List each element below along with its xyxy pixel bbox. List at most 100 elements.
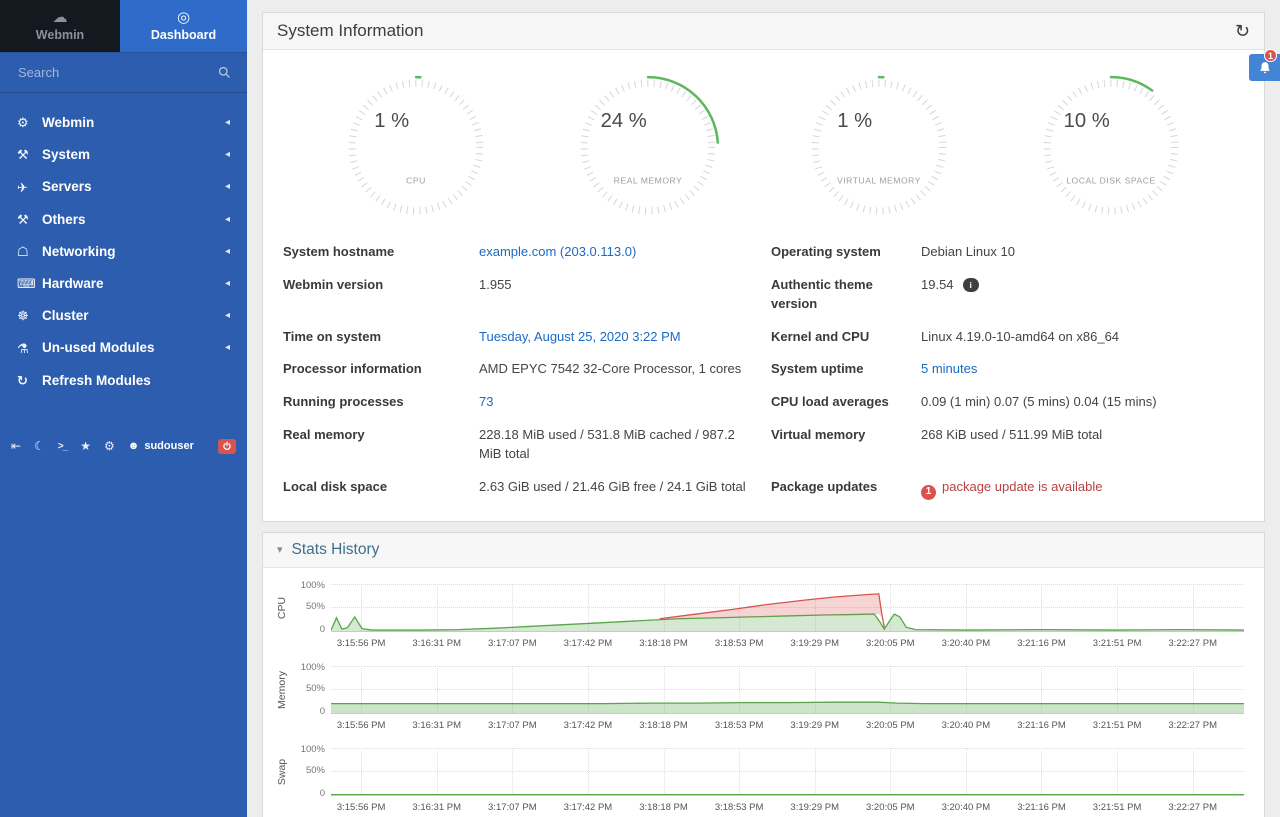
favorites-icon[interactable]: ★ [80,439,91,453]
sidebar-item-label: Webmin [42,115,94,131]
sidebar-item-networking[interactable]: ☖ Networking ◂ [0,236,247,268]
info-value: 5 minutes [921,353,1244,386]
y-tick-label: 50% [306,683,325,694]
modules-icon: ⚗ [17,341,42,357]
chevron-left-icon: ◂ [225,214,230,226]
svg-text:1 %: 1 % [838,110,873,132]
time-tick-label: 3:18:18 PM [639,802,688,813]
y-axis: 100% 50% 0 [293,584,331,654]
svg-text:1 %: 1 % [374,110,409,132]
x-axis: 3:15:56 PM3:16:31 PM3:17:07 PM3:17:42 PM… [331,714,1244,736]
time-tick-label: 3:21:16 PM [1017,802,1066,813]
sidebar-item-label: Refresh Modules [42,373,151,389]
info-label: System uptime [771,353,921,386]
logout-button[interactable] [218,439,236,454]
svg-text:VIRTUAL MEMORY: VIRTUAL MEMORY [837,175,921,185]
time-tick-label: 3:19:29 PM [790,638,839,649]
notifications-button[interactable]: 1 [1249,54,1280,81]
time-tick-label: 3:16:31 PM [412,802,461,813]
tab-dashboard[interactable]: ◎ Dashboard [120,0,247,52]
sidebar-item-label: Cluster [42,308,89,324]
search-input[interactable] [16,64,210,81]
stats-history-header[interactable]: ▾ Stats History [263,533,1264,568]
time-tick-label: 3:20:05 PM [866,720,915,731]
sidebar-item-others[interactable]: ⚒ Others ◂ [0,204,247,236]
night-mode-icon[interactable]: ☾ [34,439,45,453]
info-label: Time on system [283,321,479,354]
bell-icon [1258,61,1272,75]
time-tick-label: 3:18:53 PM [715,802,764,813]
sidebar-item-hardware[interactable]: ⌨ Hardware ◂ [0,268,247,300]
sidebar-item-system[interactable]: ⚒ System ◂ [0,139,247,171]
info-value: 1 package update is available [921,471,1244,507]
chevron-left-icon: ◂ [225,117,230,129]
sidebar-item-webmin[interactable]: ⚙ Webmin ◂ [0,107,247,139]
time-tick-label: 3:20:40 PM [942,802,991,813]
time-tick-label: 3:22:27 PM [1168,802,1217,813]
info-value: 0.09 (1 min) 0.07 (5 mins) 0.04 (15 mins… [921,386,1244,419]
time-tick-label: 3:18:18 PM [639,720,688,731]
sidebar-item-label: System [42,147,90,163]
refresh-page-icon[interactable]: ↻ [1235,22,1250,40]
memory-plot-area [331,666,1244,714]
running-processes-link[interactable]: 73 [479,394,493,409]
collapse-sidebar-icon[interactable]: ⇤ [11,439,21,453]
sidebar-item-cluster[interactable]: ☸ Cluster ◂ [0,300,247,332]
time-tick-label: 3:17:42 PM [564,802,613,813]
theme-info-badge[interactable]: i [963,278,979,292]
time-tick-label: 3:19:29 PM [790,802,839,813]
settings-icon[interactable]: ⚙ [104,439,115,453]
y-tick-label: 100% [301,662,325,673]
time-tick-label: 3:21:16 PM [1017,638,1066,649]
stats-history-title: Stats History [292,541,380,559]
y-tick-label: 0 [320,624,325,635]
package-update-link[interactable]: package update is available [942,479,1102,494]
time-tick-label: 3:20:05 PM [866,638,915,649]
cpu-usage-area [331,614,1244,631]
y-tick-label: 100% [301,580,325,591]
main-content: 1 System Information ↻ 1 % CPU 24 % [247,0,1280,817]
info-label: Webmin version [283,269,479,302]
chevron-left-icon: ◂ [225,246,230,258]
gauge-virtual-memory: 1 % VIRTUAL MEMORY [798,66,960,228]
search-icon[interactable] [218,66,231,79]
cluster-icon: ☸ [17,308,42,324]
time-tick-label: 3:22:27 PM [1168,638,1217,649]
x-axis: 3:15:56 PM3:16:31 PM3:17:07 PM3:17:42 PM… [331,796,1244,817]
info-value: AMD EPYC 7542 32-Core Processor, 1 cores [479,353,771,386]
hostname-link[interactable]: example.com (203.0.113.0) [479,244,636,259]
memory-chart: Memory 100% 50% 0 3:15:56 PM3:16:31 PM3:… [271,666,1244,736]
svg-text:REAL MEMORY: REAL MEMORY [613,175,682,185]
hardware-icon: ⌨ [17,276,42,292]
chevron-left-icon: ◂ [225,278,230,290]
chevron-left-icon: ◂ [225,342,230,354]
user-menu[interactable]: ☻ sudouser [128,440,194,452]
sidebar-item-servers[interactable]: ✈ Servers ◂ [0,171,247,203]
uptime-link[interactable]: 5 minutes [921,361,977,376]
info-label: Kernel and CPU [771,321,921,354]
time-tick-label: 3:18:18 PM [639,638,688,649]
gauge-local-disk-space: 10 % LOCAL DISK SPACE [1030,66,1192,228]
sidebar-item-refresh-modules[interactable]: ↻ Refresh Modules [0,365,247,397]
panel-header: System Information ↻ [263,13,1264,50]
time-tick-label: 3:21:51 PM [1093,720,1142,731]
info-label: Authentic theme version [771,269,921,321]
time-tick-label: 3:17:07 PM [488,802,537,813]
cpu-axis-label: CPU [276,596,288,618]
terminal-icon[interactable]: >_ [58,441,67,452]
tab-webmin[interactable]: ☁ Webmin [0,0,120,52]
sidebar-item-unused-modules[interactable]: ⚗ Un-used Modules ◂ [0,332,247,364]
info-value: 2.63 GiB used / 21.46 GiB free / 24.1 Gi… [479,471,771,504]
gear-icon: ⚙ [17,115,42,131]
package-count-badge: 1 [921,485,936,500]
time-tick-label: 3:18:53 PM [715,720,764,731]
time-tick-label: 3:20:40 PM [942,720,991,731]
tab-dashboard-label: Dashboard [151,28,216,42]
y-axis: 100% 50% 0 [293,748,331,817]
time-tick-label: 3:21:51 PM [1093,638,1142,649]
gauge-real-memory: 24 % REAL MEMORY [567,66,729,228]
time-tick-label: 3:18:53 PM [715,638,764,649]
info-value: Tuesday, August 25, 2020 3:22 PM [479,321,771,354]
info-value: Debian Linux 10 [921,236,1244,269]
time-on-system-link[interactable]: Tuesday, August 25, 2020 3:22 PM [479,329,681,344]
